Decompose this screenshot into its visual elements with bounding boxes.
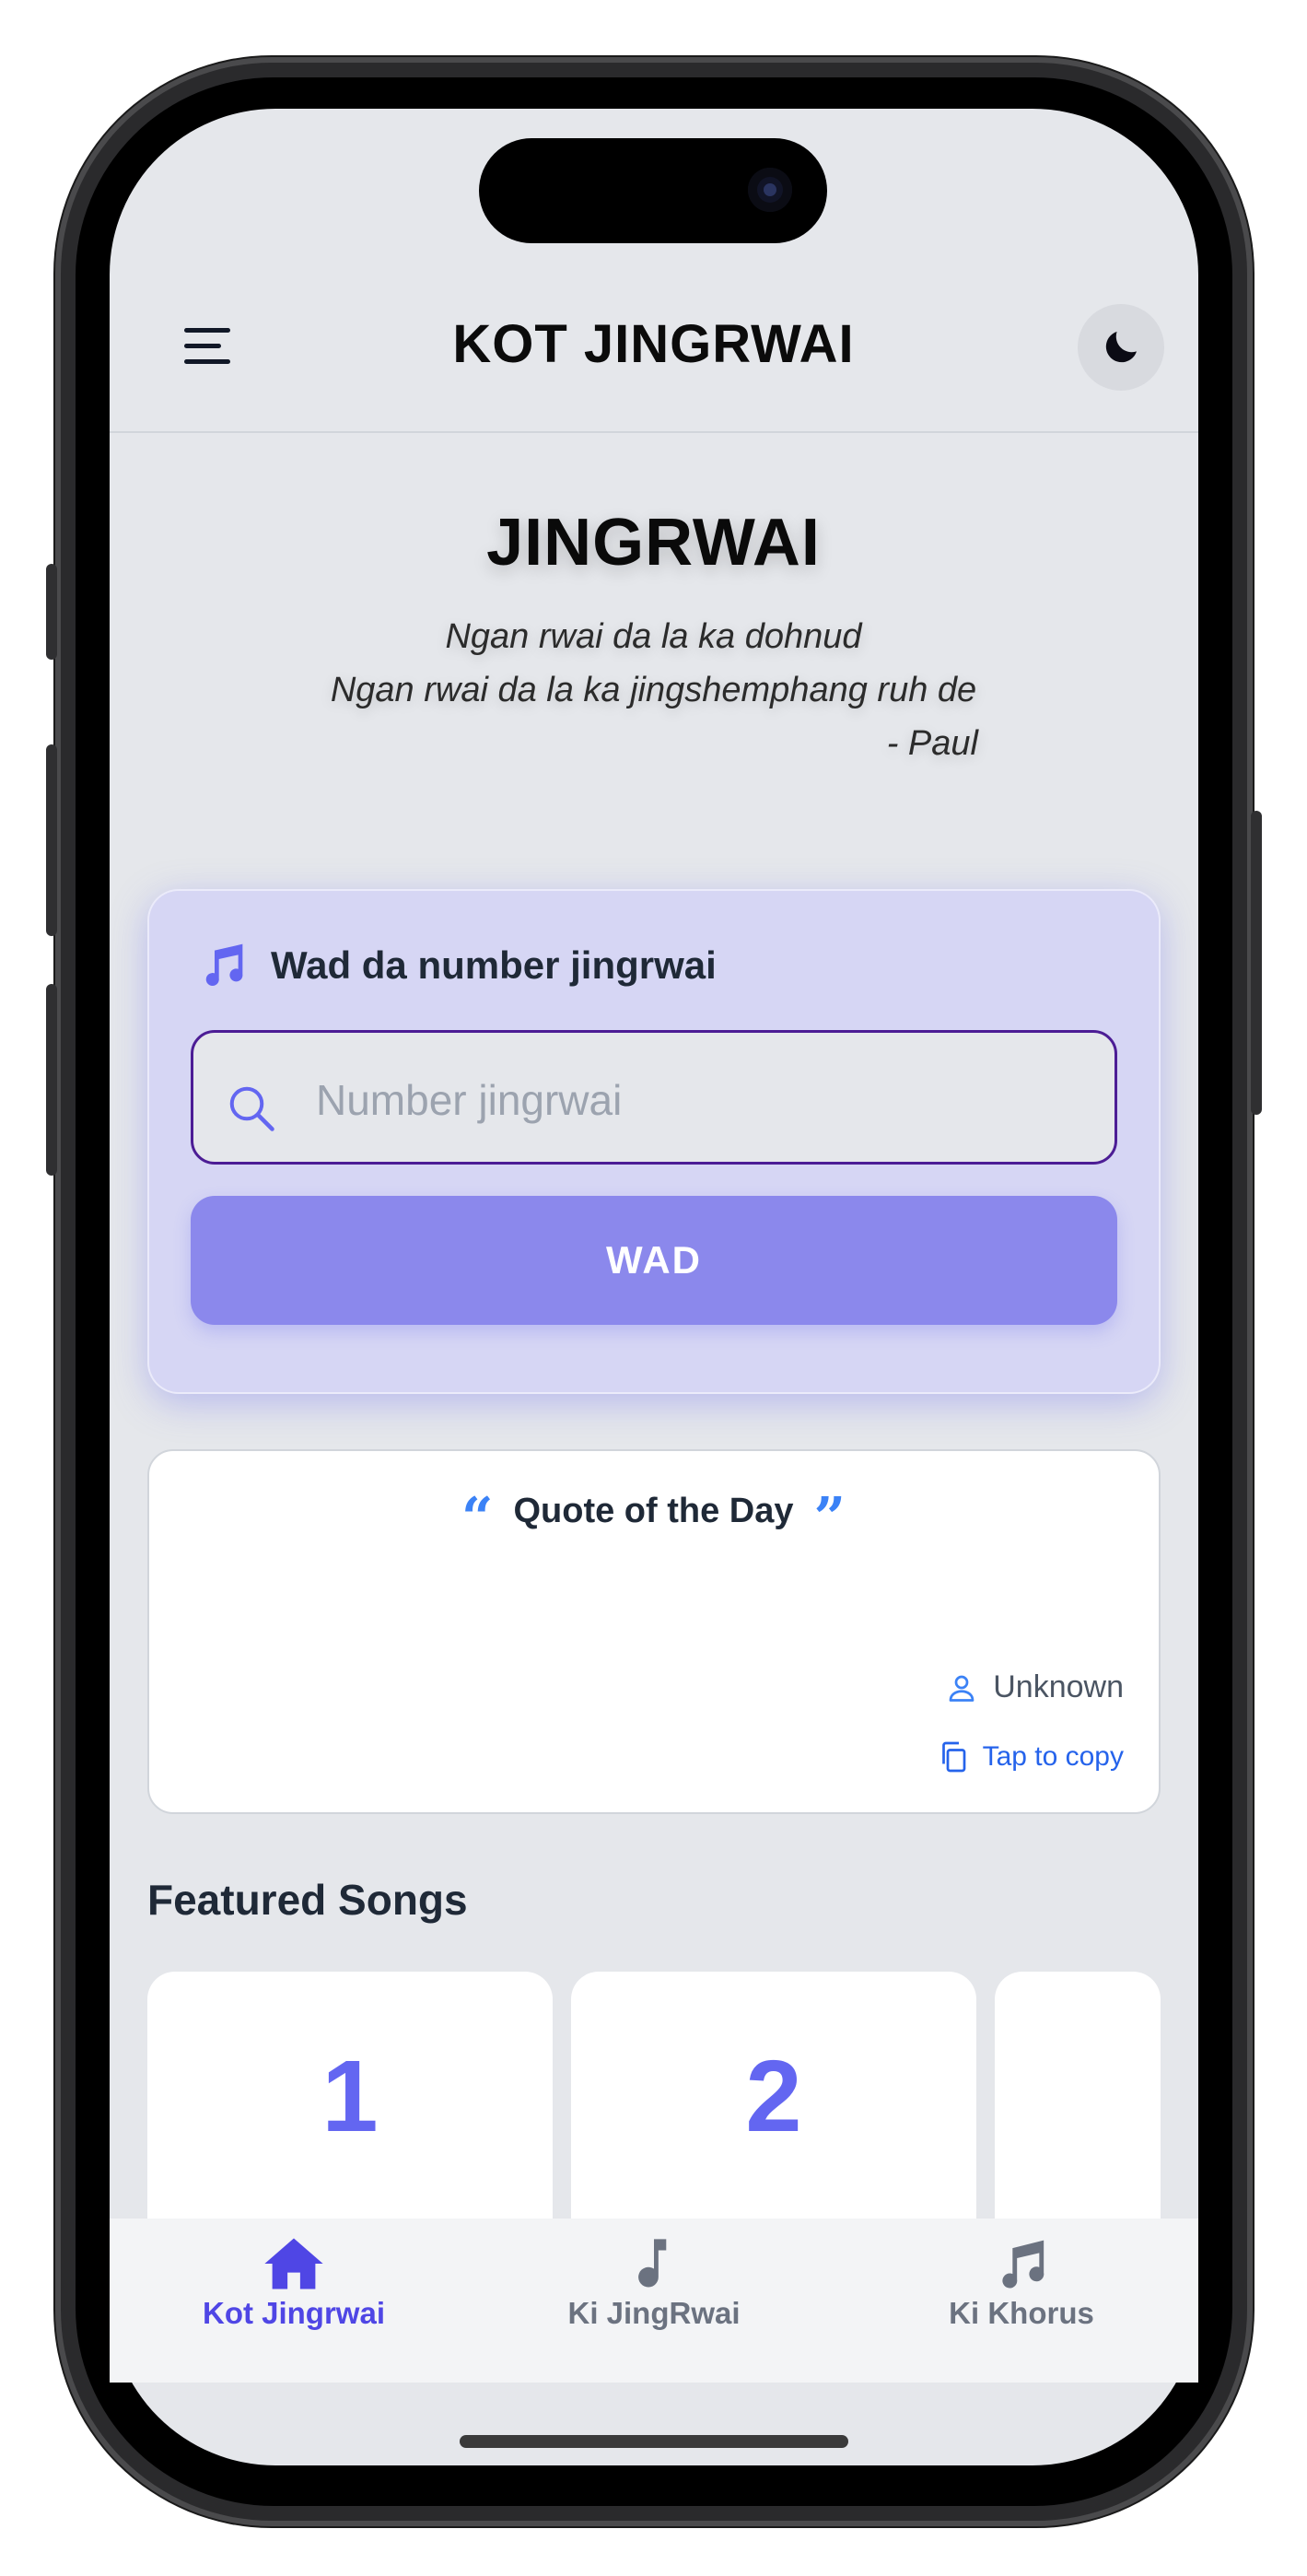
- music-notes-icon: [205, 943, 243, 987]
- song-number: 2: [745, 2040, 802, 2153]
- nav-item-home[interactable]: Kot Jingrwai: [128, 2237, 460, 2331]
- verse-line-1: Ngan rwai da la ka dohnud: [445, 617, 862, 656]
- copy-icon: [941, 1741, 965, 1773]
- quote-open-icon: “: [461, 1486, 494, 1551]
- search-placeholder: Number jingrwai: [316, 1076, 623, 1124]
- nav-label-chorus: Ki Khorus: [949, 2296, 1094, 2330]
- hero-title: JINGRWAI: [486, 506, 821, 580]
- home-indicator[interactable]: [460, 2435, 848, 2448]
- search-icon: [229, 1086, 274, 1131]
- moon-icon: [1105, 332, 1137, 363]
- quote-author-row: Unknown: [945, 1669, 1124, 1705]
- volume-down-button: [46, 984, 57, 1176]
- song-card-partial[interactable]: [995, 1972, 1161, 2248]
- copy-label: Tap to copy: [982, 1741, 1124, 1772]
- music-notes-icon: [1002, 2240, 1044, 2289]
- quote-header: “ Quote of the Day ”: [0, 1486, 1307, 1551]
- search-button[interactable]: WAD: [191, 1196, 1117, 1325]
- quote-close-icon: ”: [813, 1486, 846, 1551]
- theme-toggle-button[interactable]: [1078, 304, 1164, 391]
- quote-title: Quote of the Day: [513, 1491, 794, 1530]
- verse-author: - Paul: [886, 724, 978, 763]
- music-note-icon: [638, 2239, 667, 2288]
- home-icon: [264, 2238, 323, 2289]
- nav-label-songs: Ki JingRwai: [567, 2296, 741, 2330]
- power-button: [1251, 811, 1262, 1115]
- verse-line-2: Ngan rwai da la ka jingshemphang ruh de: [330, 671, 977, 709]
- camera-icon: [748, 168, 792, 212]
- nav-item-chorus[interactable]: Ki Khorus: [856, 2237, 1187, 2331]
- featured-songs-title: Featured Songs: [147, 1876, 468, 1924]
- song-number: 1: [321, 2040, 379, 2153]
- search-card-title: Wad da number jingrwai: [271, 943, 717, 987]
- nav-label-home: Kot Jingrwai: [202, 2296, 386, 2330]
- nav-item-songs[interactable]: Ki JingRwai: [488, 2237, 820, 2331]
- copy-button[interactable]: Tap to copy: [937, 1740, 1124, 1774]
- user-icon: [949, 1675, 974, 1702]
- search-card-header: Wad da number jingrwai: [195, 940, 717, 991]
- volume-up-button: [46, 744, 57, 936]
- header-divider: [110, 431, 1198, 433]
- quote-author: Unknown: [993, 1669, 1124, 1704]
